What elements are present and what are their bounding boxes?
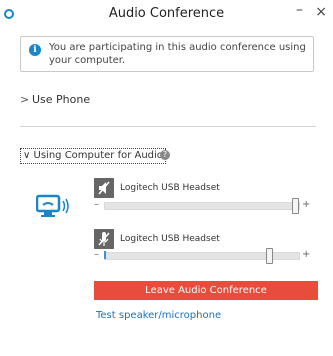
info-banner: i You are participating in this audio co… bbox=[20, 36, 314, 72]
use-phone-label: Use Phone bbox=[32, 93, 91, 106]
speaker-volume-up[interactable]: + bbox=[302, 199, 310, 210]
audio-conference-window: Audio Conference – × i You are participa… bbox=[0, 0, 333, 356]
info-icon: i bbox=[29, 44, 41, 56]
microphone-volume-down[interactable]: – bbox=[94, 249, 99, 260]
minimize-button[interactable]: – bbox=[296, 2, 303, 18]
speaker-volume-slider[interactable] bbox=[104, 198, 300, 214]
using-computer-toggle[interactable]: ∨ Using Computer for Audio bbox=[20, 148, 166, 164]
speaker-volume-thumb[interactable] bbox=[292, 198, 299, 214]
microphone-volume-up[interactable]: + bbox=[302, 249, 310, 260]
chevron-down-icon: ∨ bbox=[23, 150, 31, 161]
section-divider bbox=[20, 126, 316, 127]
chevron-right-icon: > bbox=[20, 93, 30, 106]
test-speaker-microphone-link[interactable]: Test speaker/microphone bbox=[96, 310, 221, 321]
info-text: You are participating in this audio conf… bbox=[49, 42, 306, 66]
microphone-volume-thumb[interactable] bbox=[266, 248, 273, 264]
speaker-device-label: Logitech USB Headset bbox=[120, 183, 220, 193]
help-icon[interactable]: ? bbox=[160, 150, 170, 160]
microphone-icon bbox=[94, 229, 114, 249]
title-bar: Audio Conference – × bbox=[0, 0, 333, 30]
speaker-icon bbox=[94, 178, 114, 198]
window-title: Audio Conference bbox=[108, 6, 225, 21]
speaker-volume-down[interactable]: – bbox=[94, 199, 99, 210]
microphone-volume-slider[interactable] bbox=[104, 248, 300, 264]
microphone-level-indicator bbox=[104, 251, 106, 259]
microphone-device-label: Logitech USB Headset bbox=[120, 234, 220, 244]
use-phone-toggle[interactable]: > Use Phone bbox=[20, 93, 90, 106]
computer-audio-icon bbox=[36, 194, 69, 217]
close-button[interactable]: × bbox=[315, 4, 327, 20]
leave-audio-conference-button[interactable]: Leave Audio Conference bbox=[94, 281, 318, 300]
using-computer-label: Using Computer for Audio bbox=[33, 150, 163, 161]
